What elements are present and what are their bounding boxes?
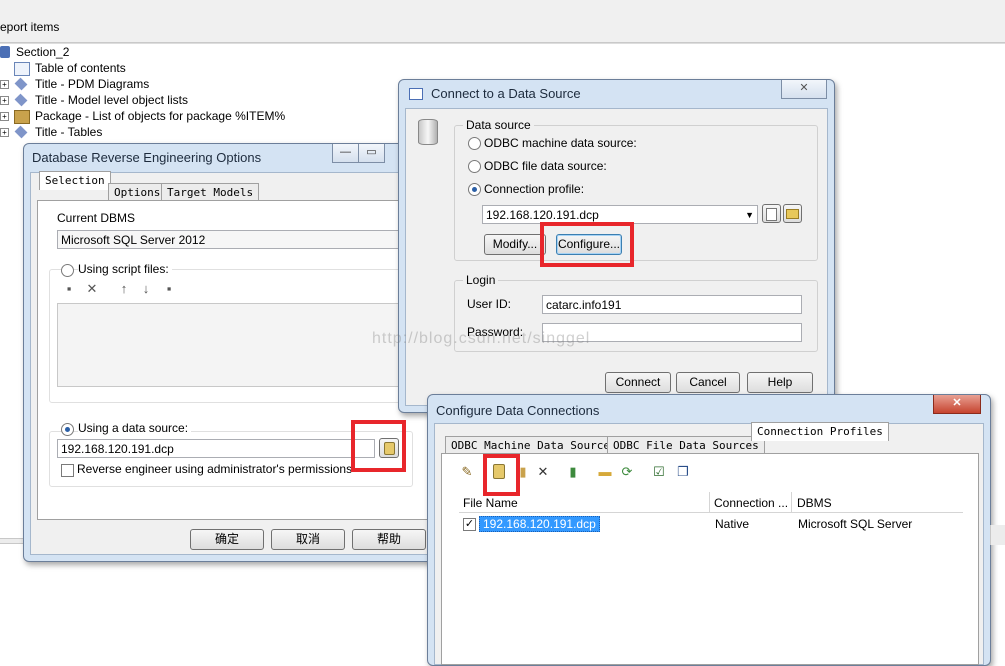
close-button[interactable]: ✕: [933, 395, 981, 414]
script-files-label: Using script files:: [78, 262, 172, 276]
row-checkbox[interactable]: ✓: [463, 518, 476, 531]
add-file-icon[interactable]: ▪: [61, 281, 77, 297]
browse-folder-button[interactable]: [783, 204, 802, 223]
reverse-dialog-title: Database Reverse Engineering Options: [32, 150, 262, 165]
tab-panel: [441, 453, 979, 665]
delete-icon[interactable]: ✕: [84, 281, 100, 297]
help-button[interactable]: 帮助: [352, 529, 426, 550]
tree-item-label: Table of contents: [35, 61, 126, 75]
delete-icon[interactable]: ✕: [535, 464, 551, 480]
diamond-icon: [14, 77, 28, 91]
connect-dialog-title: Connect to a Data Source: [431, 86, 581, 101]
expand-icon[interactable]: +: [0, 80, 9, 89]
odbc-file-radio[interactable]: [468, 160, 481, 173]
user-id-label: User ID:: [467, 297, 512, 311]
folder-icon: [786, 209, 799, 219]
column-file-name[interactable]: File Name: [463, 496, 518, 510]
browse-icon[interactable]: ▪: [161, 281, 177, 297]
tree-item-label: Section_2: [16, 45, 70, 59]
row-connection: Native: [715, 517, 750, 531]
connect-button[interactable]: Connect: [605, 372, 671, 393]
admin-permissions-checkbox[interactable]: [61, 464, 74, 477]
connection-profile-label: Connection profile:: [484, 182, 585, 196]
uncheck-all-icon[interactable]: ❐: [675, 464, 691, 480]
help-button[interactable]: Help: [747, 372, 813, 393]
top-scrollbar-left: [0, 43, 1005, 44]
diamond-icon: [14, 125, 28, 139]
close-button[interactable]: ✕: [781, 80, 827, 99]
folder-icon[interactable]: ▬: [597, 464, 613, 480]
package-icon: [14, 110, 30, 124]
data-source-group-title: Data source: [463, 118, 534, 132]
right-scroll-fragment: [990, 525, 1005, 545]
toc-icon: [14, 62, 30, 76]
tree-item-label: Title - PDM Diagrams: [35, 77, 150, 91]
column-divider: [791, 492, 792, 512]
tab-odbc-machine[interactable]: ODBC Machine Data Sources: [445, 436, 623, 453]
highlight-box-new-profile: [483, 454, 520, 496]
cancel-button[interactable]: 取消: [271, 529, 345, 550]
tree-item-label: Title - Model level object lists: [35, 93, 188, 107]
odbc-machine-radio[interactable]: [468, 137, 481, 150]
data-source-radio[interactable]: [61, 423, 74, 436]
check-all-icon[interactable]: ☑: [651, 464, 667, 480]
odbc-machine-label: ODBC machine data source:: [484, 136, 637, 150]
cancel-button[interactable]: Cancel: [676, 372, 740, 393]
current-dbms-field[interactable]: Microsoft SQL Server 2012: [57, 230, 427, 249]
reverse-engineering-dialog: Database Reverse Engineering Options — ▭…: [23, 143, 445, 562]
tab-connection-profiles[interactable]: Connection Profiles: [751, 422, 889, 441]
move-down-icon[interactable]: ↓: [138, 281, 154, 297]
modify-button[interactable]: Modify...: [484, 234, 546, 255]
admin-permissions-label: Reverse engineer using administrator's p…: [77, 462, 353, 476]
column-divider: [709, 492, 710, 512]
configure-dialog-title: Configure Data Connections: [436, 403, 600, 418]
diamond-icon: [14, 93, 28, 107]
current-dbms-label: Current DBMS: [57, 211, 136, 225]
column-dbms[interactable]: DBMS: [797, 496, 832, 510]
maximize-button[interactable]: ▭: [358, 144, 385, 163]
expand-icon[interactable]: +: [0, 96, 9, 105]
configure-data-connections-dialog: Configure Data Connections ✕ ODBC Machin…: [427, 394, 991, 666]
odbc-file-label: ODBC file data source:: [484, 159, 607, 173]
tab-target-models[interactable]: Target Models: [161, 183, 260, 200]
database-icon: [418, 119, 438, 145]
tree-item-label: Title - Tables: [35, 125, 103, 139]
report-items-header: eport items: [0, 0, 1005, 43]
connection-profile-radio[interactable]: [468, 183, 481, 196]
tab-options[interactable]: Options: [108, 183, 167, 200]
dialog-icon: [409, 88, 423, 100]
chevron-down-icon: ▼: [745, 210, 754, 220]
script-files-radio[interactable]: [61, 264, 74, 277]
row-file-name: 192.168.120.191.dcp: [479, 516, 600, 532]
profile-value: 192.168.120.191.dcp: [486, 208, 599, 222]
move-up-icon[interactable]: ↑: [116, 281, 132, 297]
expand-icon[interactable]: +: [0, 112, 9, 121]
properties-icon: [766, 208, 777, 221]
ok-button[interactable]: 确定: [190, 529, 264, 550]
table-row[interactable]: ✓ 192.168.120.191.dcp Native Microsoft S…: [459, 515, 963, 533]
report-items-title: eport items: [0, 20, 60, 34]
tree-item-label: Package - List of objects for package %I…: [35, 109, 286, 123]
properties-button[interactable]: [762, 204, 781, 223]
reverse-dialog-client: Selection Options Target Models Current …: [30, 171, 438, 555]
data-source-label: Using a data source:: [78, 421, 192, 435]
row-dbms: Microsoft SQL Server: [798, 517, 913, 531]
tab-odbc-file[interactable]: ODBC File Data Sources: [607, 436, 765, 453]
profiles-table-header: File Name Connection ... DBMS: [459, 492, 963, 513]
edit-icon[interactable]: ✎: [459, 464, 475, 480]
user-id-field[interactable]: catarc.info191: [542, 295, 802, 314]
minimize-button[interactable]: —: [332, 144, 359, 163]
highlight-box-data-source: [351, 420, 406, 472]
test-connection-icon[interactable]: ▮: [565, 464, 581, 480]
highlight-box-configure: [540, 222, 634, 267]
login-group-title: Login: [463, 273, 499, 287]
watermark-text: http://blog.csdn.net/singgel: [372, 330, 591, 347]
expand-icon[interactable]: +: [0, 128, 9, 137]
tab-selection[interactable]: Selection: [39, 171, 111, 190]
refresh-icon[interactable]: ⟳: [619, 464, 635, 480]
data-source-field[interactable]: 192.168.120.191.dcp: [57, 439, 375, 458]
section-icon: [0, 46, 10, 58]
column-connection[interactable]: Connection ...: [714, 496, 788, 510]
